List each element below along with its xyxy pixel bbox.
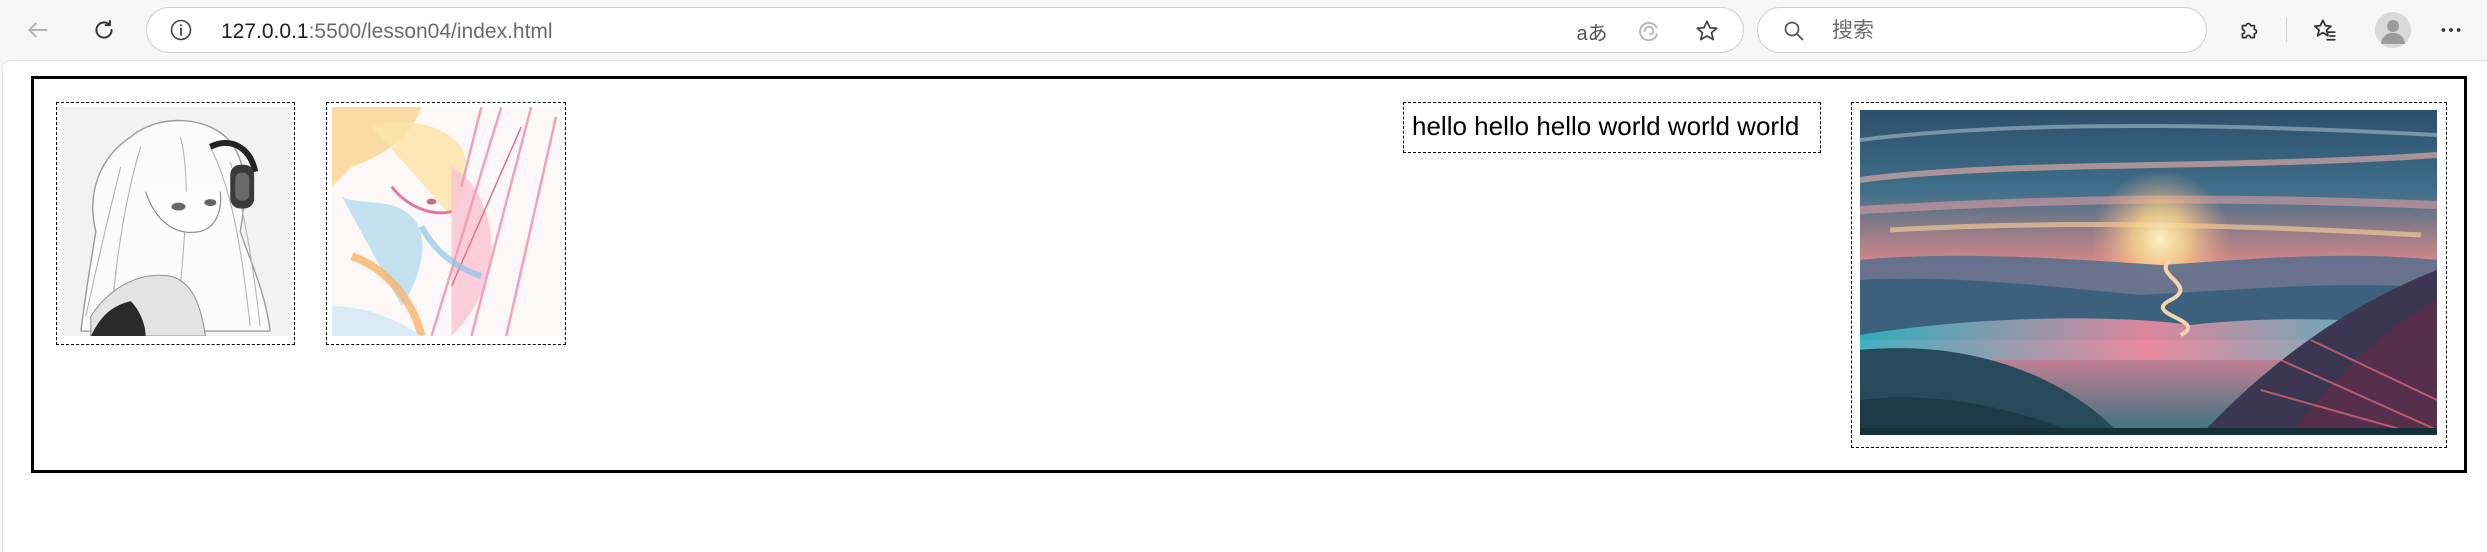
- profile-avatar-icon[interactable]: [2375, 12, 2411, 48]
- favorites-icon[interactable]: [2306, 11, 2344, 49]
- search-icon: [1784, 21, 1804, 41]
- address-bar[interactable]: 127.0.0.1:5500/lesson04/index.html aあ: [146, 7, 1744, 53]
- hello-world-text-box: hello hello hello world world world: [1403, 102, 1821, 153]
- info-icon[interactable]: [169, 18, 193, 42]
- back-arrow-icon[interactable]: [19, 11, 57, 49]
- colorful-anime-sketch-image: [326, 102, 566, 345]
- flex-container: hello hello hello world world world: [31, 76, 2467, 473]
- read-aloud-icon[interactable]: aあ: [1574, 19, 1610, 45]
- refresh-icon[interactable]: [85, 11, 123, 49]
- url-text[interactable]: 127.0.0.1:5500/lesson04/index.html: [221, 20, 553, 44]
- toolbar-separator: [2286, 18, 2287, 42]
- more-icon[interactable]: [2432, 11, 2470, 49]
- browser-toolbar: 127.0.0.1:5500/lesson04/index.html aあ: [0, 0, 2487, 60]
- browser-essentials-icon[interactable]: [1635, 19, 1663, 43]
- search-box[interactable]: [1757, 7, 2207, 53]
- search-input[interactable]: [1830, 16, 2174, 46]
- puzzle-icon[interactable]: [2231, 11, 2269, 49]
- anime-girl-headphones-image: [56, 102, 295, 345]
- url-host: 127.0.0.1: [221, 20, 309, 43]
- sunset-landscape-image: [1851, 102, 2447, 448]
- url-path: :5500/lesson04/index.html: [308, 20, 553, 43]
- star-icon[interactable]: [1693, 19, 1721, 43]
- page-viewport: hello hello hello world world world: [2, 60, 2487, 552]
